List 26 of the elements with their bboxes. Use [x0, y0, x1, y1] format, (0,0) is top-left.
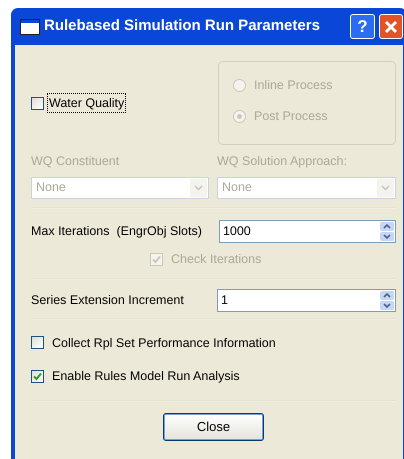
spin-buttons[interactable]	[380, 290, 394, 310]
window-title: Rulebased Simulation Run Parameters	[44, 16, 321, 36]
field-label: WQ Solution Approach:	[217, 153, 348, 170]
field-label: WQ Constituent	[31, 153, 120, 170]
checkbox[interactable]	[31, 336, 44, 350]
checkbox-label: Check Iterations	[171, 250, 262, 268]
spin-buttons[interactable]	[380, 222, 394, 241]
checkbox-label[interactable]: Collect Rpl Set Performance Information	[52, 334, 276, 352]
close-button[interactable]: Close	[163, 413, 264, 441]
window-icon	[20, 18, 40, 34]
number-field[interactable]: 1000	[218, 220, 396, 243]
dropdown-value: None	[222, 179, 252, 196]
checkbox[interactable]	[31, 96, 44, 110]
field-label: Max Iterations (EngrObj Slots)	[31, 222, 203, 240]
checkbox-label[interactable]: Enable Rules Model Run Analysis	[52, 367, 240, 386]
checkbox[interactable]	[31, 370, 44, 384]
field-value: 1000	[222, 222, 251, 240]
radio-label: Post Process	[254, 108, 328, 125]
close-icon[interactable]	[379, 14, 403, 39]
field-label: Series Extension Increment	[31, 292, 185, 309]
number-field[interactable]: 1	[216, 288, 396, 312]
radio-label: Inline Process	[254, 77, 333, 94]
help-button[interactable]: ?	[350, 14, 375, 39]
checkbox-label[interactable]: Water Quality	[48, 94, 126, 112]
dropdown-value: None	[36, 179, 66, 196]
field-value: 1	[220, 292, 228, 309]
